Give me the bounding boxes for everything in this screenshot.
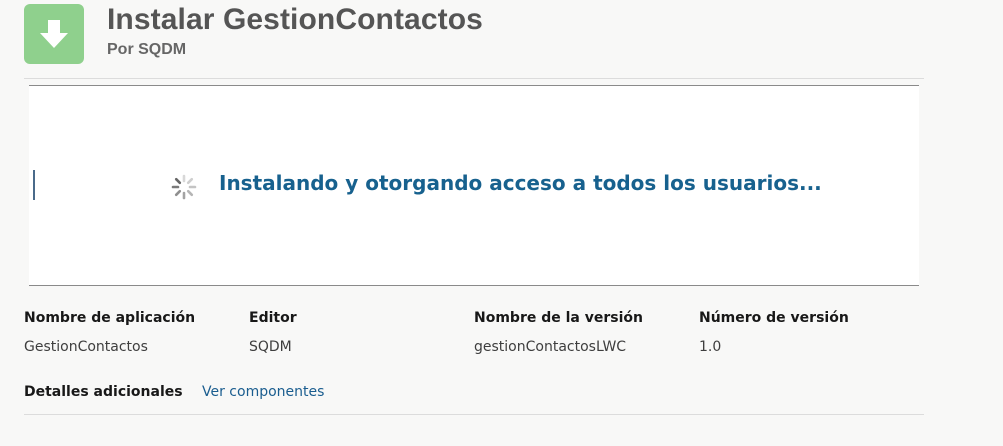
detail-value: gestionContactosLWC (474, 339, 627, 355)
page-title: Instalar GestionContactos (107, 3, 483, 36)
detail-label: Número de versión (699, 310, 849, 326)
app-icon (24, 4, 84, 64)
publisher-subtitle: Por SQDM (107, 41, 187, 58)
detail-label: Editor (249, 310, 297, 326)
detail-publisher: Editor SQDM (249, 310, 297, 355)
detail-value: SQDM (249, 339, 292, 355)
bottom-divider (24, 414, 924, 415)
download-arrow-icon (40, 20, 68, 48)
panel-edge-marker (33, 170, 35, 200)
detail-app-name: Nombre de aplicación GestionContactos (24, 310, 195, 355)
install-page: Instalar GestionContactos Por SQDM Insta… (0, 0, 1003, 446)
detail-value: 1.0 (699, 339, 722, 355)
detail-version-name: Nombre de la versión gestionContactosLWC (474, 310, 643, 355)
install-progress-panel: Instalando y otorgando acceso a todos lo… (29, 85, 919, 286)
view-components-link[interactable]: Ver componentes (202, 384, 324, 400)
detail-label: Nombre de aplicación (24, 310, 196, 326)
detail-value: GestionContactos (24, 339, 148, 355)
install-status-text: Instalando y otorgando acceso a todos lo… (219, 171, 822, 195)
detail-version-number: Número de versión 1.0 (699, 310, 849, 355)
loading-spinner-icon (171, 174, 197, 200)
header-divider (24, 78, 924, 79)
detail-label: Nombre de la versión (474, 310, 643, 326)
additional-details-label: Detalles adicionales (24, 384, 183, 400)
